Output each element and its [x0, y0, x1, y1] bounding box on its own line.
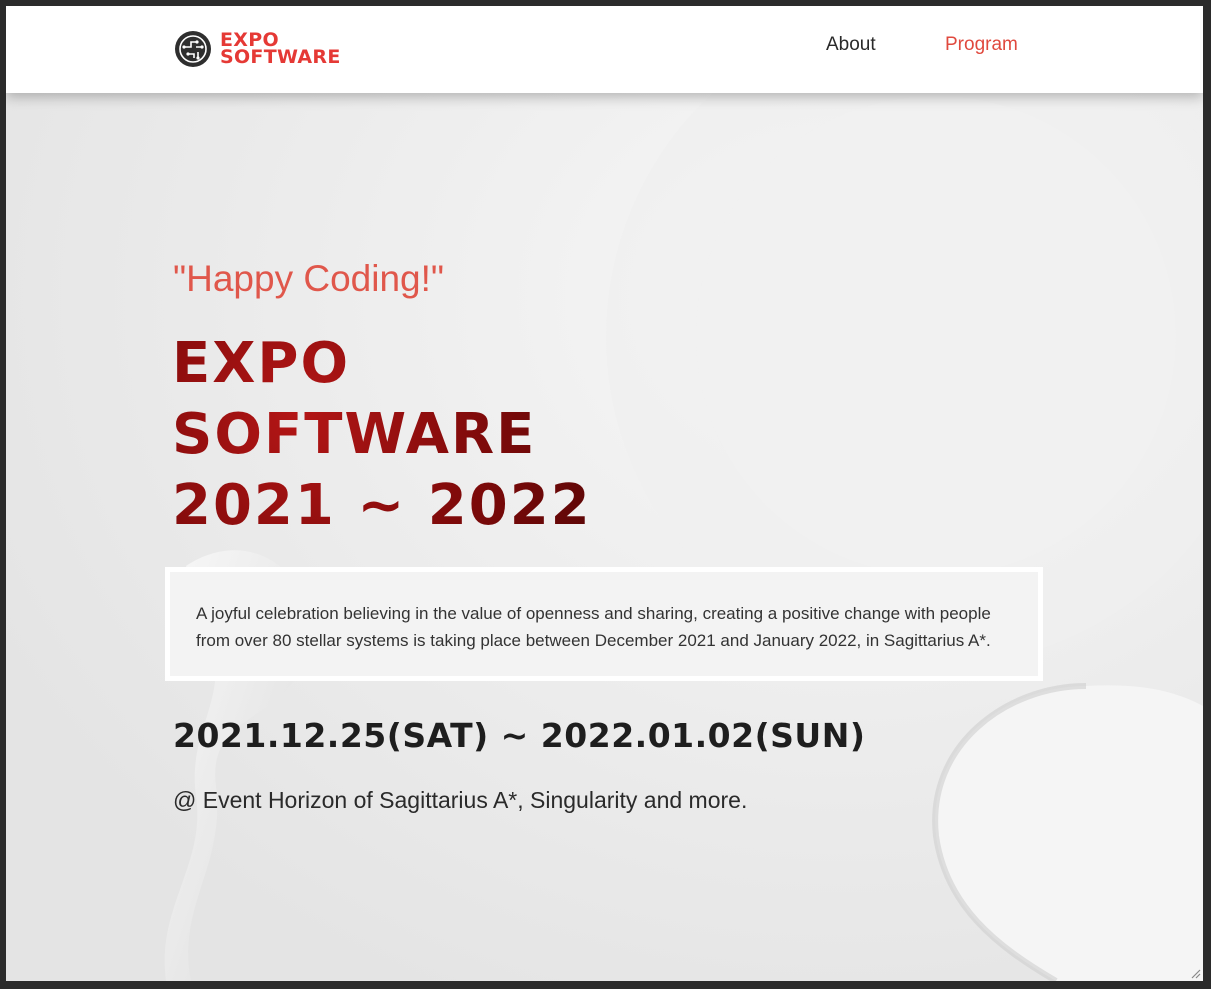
- hero-tagline: "Happy Coding!": [173, 258, 445, 299]
- resize-grip-icon[interactable]: [1189, 967, 1201, 979]
- hero-title-line-3: 2021 ~ 2022: [172, 473, 592, 538]
- hero-title: EXPO SOFTWARE 2021 ~ 2022: [172, 328, 592, 541]
- event-venue: @ Event Horizon of Sagittarius A*, Singu…: [173, 787, 748, 813]
- nav-link-program[interactable]: Program: [945, 34, 1018, 56]
- event-dates: 2021.12.25(SAT) ~ 2022.01.02(SUN): [173, 716, 866, 755]
- logo-link[interactable]: EXPO SOFTWARE: [174, 30, 341, 68]
- logo-wordmark: EXPO SOFTWARE: [220, 31, 341, 68]
- hero-section: "Happy Coding!" EXPO SOFTWARE 2021 ~ 202…: [6, 6, 1203, 981]
- browser-viewport: EXPO SOFTWARE About Program "Happy Codin…: [6, 6, 1203, 981]
- description-text: A joyful celebration believing in the va…: [196, 604, 991, 650]
- description-box: A joyful celebration believing in the va…: [165, 567, 1043, 681]
- site-header: EXPO SOFTWARE About Program: [6, 6, 1203, 93]
- circuit-globe-icon: [175, 31, 211, 67]
- nav-link-about[interactable]: About: [826, 34, 876, 56]
- logo-line-2: SOFTWARE: [220, 46, 341, 68]
- hero-title-line-1: EXPO: [172, 331, 351, 396]
- hero-title-line-2: SOFTWARE: [172, 402, 537, 467]
